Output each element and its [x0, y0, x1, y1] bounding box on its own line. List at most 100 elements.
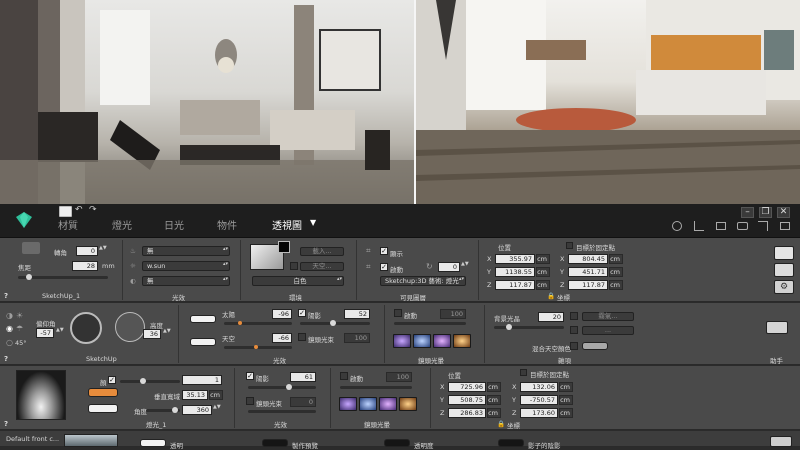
light-shadow-field[interactable]: 61 [290, 372, 316, 382]
light-pos-y-unit[interactable]: cm [487, 395, 501, 405]
sun-enable-slider[interactable] [394, 322, 466, 325]
load-environment-button[interactable]: 載入... [300, 247, 344, 256]
angle-radio[interactable]: ○ [6, 338, 13, 347]
haze-checkbox-1[interactable] [570, 312, 578, 320]
tab-materials[interactable]: 材質 [58, 217, 78, 232]
help-icon[interactable]: ? [4, 355, 8, 363]
window-icon[interactable] [716, 222, 726, 230]
light-dropdown-3[interactable]: 無 [142, 276, 230, 286]
light-dropdown-1[interactable]: 無 [142, 246, 230, 256]
light-pos-y-field[interactable]: 508.75 [448, 395, 486, 405]
sun-enable-field[interactable]: 100 [440, 309, 466, 319]
redo-icon[interactable]: ↷ [89, 205, 97, 215]
light-tgt-y-unit[interactable]: cm [559, 395, 573, 405]
mix-sky-color[interactable] [582, 342, 608, 350]
enable-checkbox[interactable]: ✓ [380, 263, 388, 271]
camera-view-icon[interactable] [22, 242, 40, 254]
help-assistant-label[interactable]: 助手 [770, 355, 783, 365]
light-hdri-4[interactable] [399, 397, 417, 411]
sky-environment-button[interactable]: 天空... [300, 262, 344, 271]
angle-spinner[interactable]: ▲▼ [213, 405, 221, 415]
lumen-field[interactable]: 52 [344, 309, 370, 319]
fog-button[interactable]: 霧氣... [582, 312, 634, 321]
vertical-unit[interactable]: cm [209, 390, 223, 400]
light-target-checkbox[interactable] [520, 369, 527, 376]
crop-tool-icon[interactable] [694, 221, 704, 231]
light-intensity-slider[interactable] [120, 378, 180, 384]
pos-z-unit[interactable]: cm [536, 280, 550, 290]
tab-perspective[interactable]: 透視圖 [272, 217, 302, 232]
camera-icon[interactable] [737, 222, 748, 230]
clock-icon[interactable] [672, 221, 682, 231]
tgt-y-field[interactable]: 451.71 [568, 267, 608, 277]
tgt-z-field[interactable]: 117.87 [568, 280, 608, 290]
light-hdri-2[interactable] [359, 397, 377, 411]
sun-preset-button[interactable] [766, 321, 788, 334]
hdri-preset-4[interactable] [453, 334, 471, 348]
target-checkbox[interactable] [566, 242, 573, 249]
rotation-field[interactable]: 0 [76, 246, 98, 256]
ambient-checkbox[interactable] [298, 333, 306, 341]
light-pos-z-field[interactable]: 286.83 [448, 408, 486, 418]
light-pos-x-unit[interactable]: cm [487, 382, 501, 392]
pos-x-field[interactable]: 355.97 [495, 254, 535, 264]
bottom-swatch-4[interactable] [498, 439, 524, 447]
haze-checkbox-2[interactable] [570, 326, 578, 334]
angle-slider[interactable] [146, 407, 180, 413]
haze-slider[interactable] [494, 324, 564, 330]
sun-mode-radio[interactable]: ◉ [6, 324, 13, 333]
restore-button[interactable]: ❐ [759, 207, 772, 218]
color-wheel-button[interactable] [774, 246, 794, 260]
light-beam-field[interactable]: 0 [290, 397, 316, 407]
altitude-spinner[interactable]: ▲▼ [163, 329, 171, 339]
haze-more-button[interactable]: ... [582, 326, 634, 335]
settings-gear-button[interactable]: ⚙ [774, 280, 794, 294]
light-preview[interactable] [16, 370, 66, 420]
rotation-spinner[interactable]: ▲▼ [99, 246, 107, 256]
sun-field[interactable]: -96 [272, 309, 292, 319]
visible-spinner[interactable]: ▲▼ [461, 262, 469, 272]
altitude-field[interactable]: 36 [143, 329, 161, 339]
pos-y-field[interactable]: 1138.55 [495, 267, 535, 277]
azimuth-spinner[interactable]: ▲▼ [56, 328, 64, 338]
sun-mode-icon-1[interactable]: ◑ [6, 311, 13, 320]
help-icon[interactable]: ? [4, 292, 8, 300]
undo-icon[interactable]: ↶ [75, 205, 83, 215]
sky-field[interactable]: -66 [272, 333, 292, 343]
minimize-button[interactable]: – [741, 207, 754, 218]
light-intensity-field[interactable]: 1 [182, 375, 222, 385]
light-tgt-x-unit[interactable]: cm [559, 382, 573, 392]
angle-field[interactable]: 360 [182, 405, 212, 415]
pos-y-unit[interactable]: cm [536, 267, 550, 277]
light-enable-field[interactable]: 100 [386, 372, 412, 382]
light-color-swatch[interactable] [88, 388, 118, 397]
tgt-x-field[interactable]: 804.45 [568, 254, 608, 264]
light-hdri-1[interactable] [339, 397, 357, 411]
pos-z-field[interactable]: 117.87 [495, 280, 535, 290]
light-tgt-y-field[interactable]: -750.57 [520, 395, 558, 405]
light-shadow-checkbox[interactable]: ✓ [246, 372, 254, 380]
tab-sun[interactable]: 日光 [164, 217, 184, 232]
hdri-preset-1[interactable] [393, 334, 411, 348]
light-tgt-z-unit[interactable]: cm [559, 408, 573, 418]
eyedropper-button[interactable] [774, 263, 794, 277]
light-pos-z-unit[interactable]: cm [487, 408, 501, 418]
sun-slider[interactable] [224, 321, 292, 325]
sky-slider[interactable] [224, 345, 292, 349]
help-icon[interactable]: ? [4, 420, 8, 428]
tgt-y-unit[interactable]: cm [609, 267, 623, 277]
sun-mode-icon-2[interactable]: ☀ [16, 311, 23, 320]
tab-objects[interactable]: 物件 [217, 217, 237, 232]
light-enable-checkbox[interactable] [340, 372, 348, 380]
light-beam-checkbox[interactable] [246, 397, 254, 405]
vertical-field[interactable]: 35.13 [182, 390, 208, 400]
altitude-dial[interactable] [115, 312, 145, 342]
lock-icon[interactable]: 🔒 [547, 292, 555, 300]
default-camera-name[interactable]: Default front c... [6, 435, 59, 443]
light-shadow-slider[interactable] [248, 384, 316, 390]
hdri-preset-2[interactable] [413, 334, 431, 348]
haze-field[interactable]: 20 [538, 312, 564, 322]
light-intensity-checkbox[interactable]: ✓ [108, 376, 116, 384]
focal-slider[interactable] [18, 274, 108, 280]
light-enable-slider[interactable] [340, 386, 412, 389]
